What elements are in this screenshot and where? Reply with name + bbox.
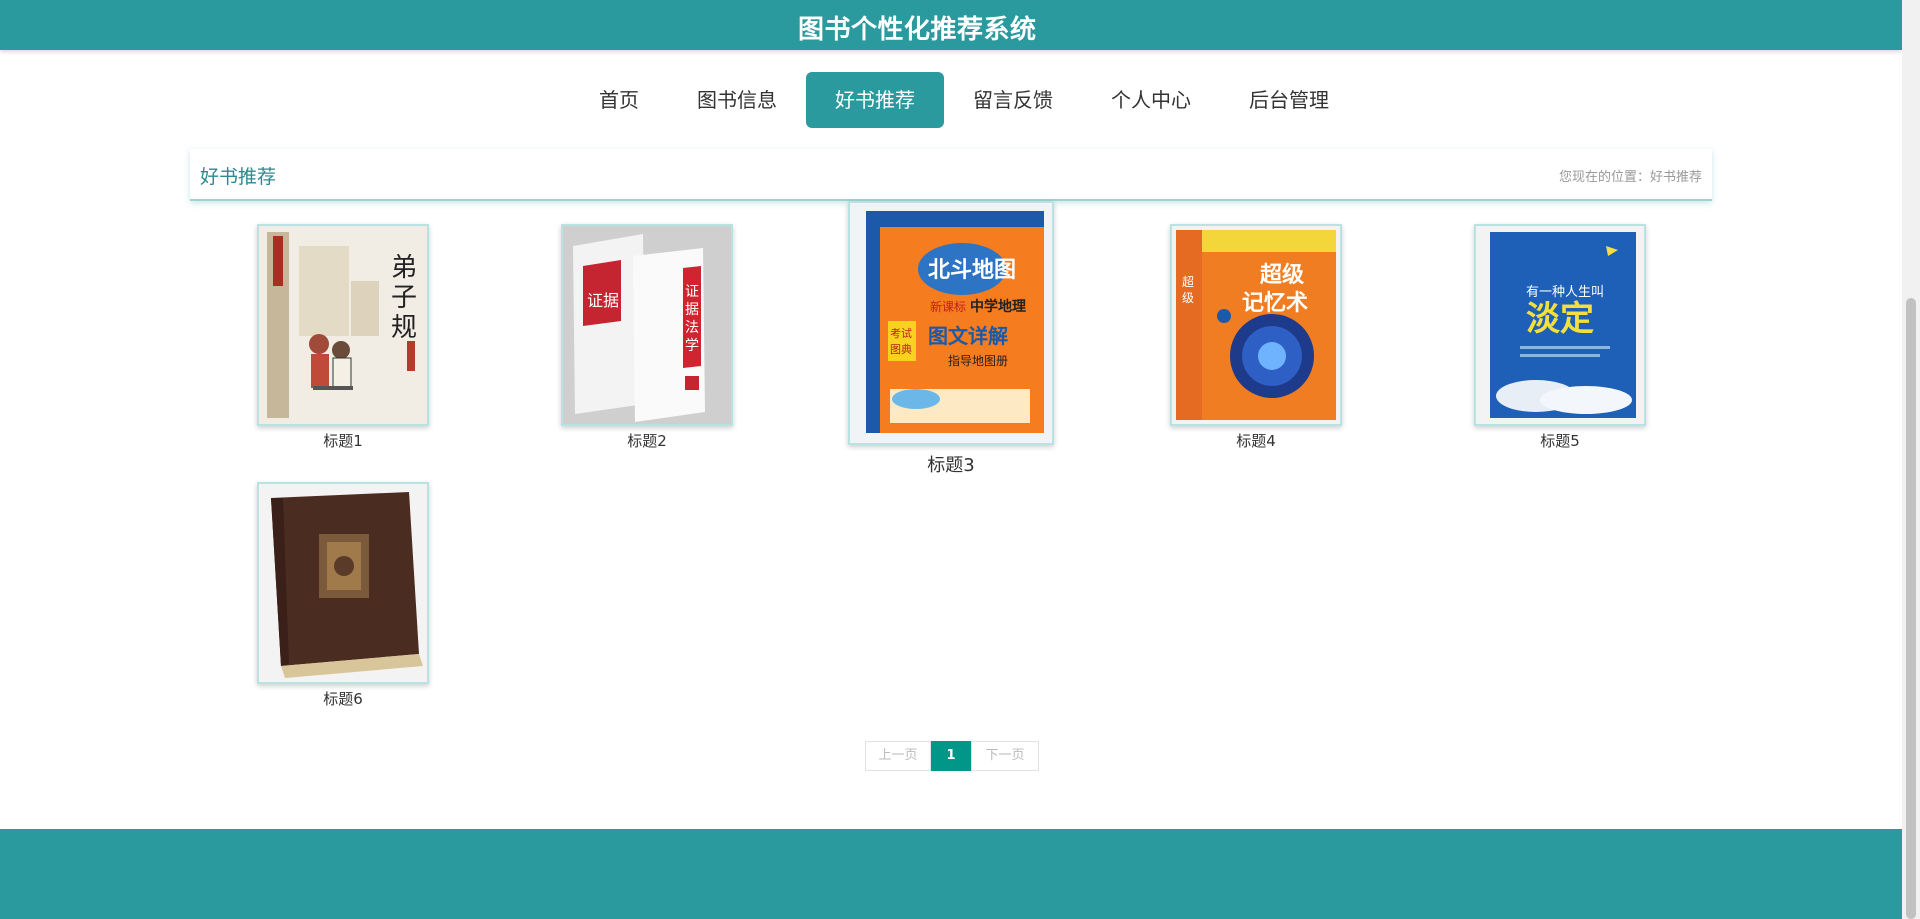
svg-text:学: 学 [685, 338, 699, 354]
nav-book-info[interactable]: 图书信息 [668, 72, 806, 128]
svg-text:淡定: 淡定 [1526, 299, 1594, 339]
svg-text:级: 级 [1182, 291, 1194, 305]
svg-text:图典: 图典 [890, 342, 912, 356]
svg-text:图文详解: 图文详解 [928, 324, 1008, 348]
book-card[interactable]: 超级 记忆术 超 级 标题4 [1170, 224, 1342, 454]
breadcrumb: 您现在的位置：好书推荐 [1559, 166, 1702, 185]
svg-text:证: 证 [685, 284, 699, 300]
leather-old-book-cover[interactable] [257, 482, 429, 684]
book-title[interactable]: 标题2 [561, 430, 733, 451]
calm-life-book-cover[interactable]: 有一种人生叫 淡定 [1474, 224, 1646, 426]
top-header: 图书个性化推荐系统 [0, 0, 1902, 50]
section-title: 好书推荐 [200, 166, 277, 188]
breadcrumb-current[interactable]: 好书推荐 [1650, 170, 1702, 185]
book-card[interactable]: 弟 子 规 标题1 [257, 224, 429, 454]
svg-text:记忆术: 记忆术 [1242, 290, 1308, 316]
svg-text:超: 超 [1182, 274, 1194, 289]
book-card[interactable]: 标题6 [257, 482, 429, 712]
pagination: 上一页 1 下一页 [865, 741, 1039, 771]
breadcrumb-prefix: 您现在的位置： [1558, 170, 1650, 185]
super-memory-book-cover[interactable]: 超级 记忆术 超 级 [1170, 224, 1342, 426]
svg-text:据: 据 [685, 302, 699, 318]
svg-text:考试: 考试 [890, 327, 912, 340]
scrollbar-thumb[interactable] [1906, 298, 1916, 919]
svg-text:规: 规 [391, 313, 417, 343]
next-page-button[interactable]: 下一页 [971, 741, 1039, 771]
svg-text:法: 法 [685, 320, 699, 336]
svg-text:新课标: 新课标 [930, 299, 966, 314]
book-card[interactable]: 有一种人生叫 淡定 标题5 [1474, 224, 1646, 454]
dizigui-book-cover[interactable]: 弟 子 规 [257, 224, 429, 426]
nav-admin[interactable]: 后台管理 [1220, 72, 1358, 128]
site-title: 图书个性化推荐系统 [798, 15, 1037, 45]
svg-text:子: 子 [391, 283, 417, 313]
book-title[interactable]: 标题5 [1474, 430, 1646, 451]
svg-text:证据: 证据 [587, 291, 619, 310]
svg-text:弟: 弟 [391, 253, 417, 283]
book-title[interactable]: 标题4 [1170, 430, 1342, 451]
svg-text:北斗地图: 北斗地图 [928, 258, 1016, 283]
svg-text:超级: 超级 [1260, 262, 1304, 288]
svg-text:有一种人生叫: 有一种人生叫 [1526, 285, 1604, 300]
geography-atlas-book-cover[interactable]: 北斗地图 新课标 中学地理 考试 图典 图文详解 指导地图册 [848, 201, 1054, 445]
vertical-scrollbar[interactable] [1902, 0, 1920, 919]
book-card[interactable]: 证据 证 据 法 学 标题2 [561, 224, 733, 454]
section-header: 好书推荐 您现在的位置：好书推荐 [190, 149, 1712, 201]
nav-home[interactable]: 首页 [570, 72, 668, 128]
book-title[interactable]: 标题6 [257, 688, 429, 709]
book-title[interactable]: 标题3 [848, 451, 1054, 477]
book-card[interactable]: 北斗地图 新课标 中学地理 考试 图典 图文详解 指导地图册 标题3 [848, 201, 1054, 481]
main-nav: 首页 图书信息 好书推荐 留言反馈 个人中心 后台管理 [570, 72, 1358, 128]
svg-text:指导地图册: 指导地图册 [948, 353, 1008, 368]
nav-user-center[interactable]: 个人中心 [1082, 72, 1220, 128]
footer [0, 829, 1902, 919]
nav-feedback[interactable]: 留言反馈 [944, 72, 1082, 128]
nav-recommend[interactable]: 好书推荐 [806, 72, 944, 128]
book-title[interactable]: 标题1 [257, 430, 429, 451]
evidence-law-book-cover[interactable]: 证据 证 据 法 学 [561, 224, 733, 426]
prev-page-button[interactable]: 上一页 [865, 741, 931, 771]
current-page-button[interactable]: 1 [931, 741, 971, 771]
svg-text:中学地理: 中学地理 [970, 298, 1026, 315]
